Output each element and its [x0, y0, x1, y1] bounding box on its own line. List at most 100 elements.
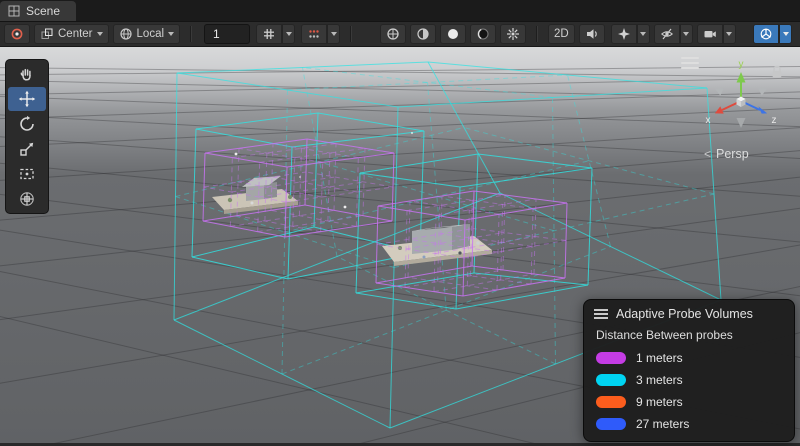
legend-row: 27 meters — [596, 417, 794, 431]
gizmo-overlay-dropdown[interactable] — [779, 24, 792, 44]
legend-label-27m: 27 meters — [636, 417, 689, 431]
overlay-menu-button[interactable] — [681, 57, 699, 69]
chevron-down-icon — [726, 32, 732, 36]
snap-increment-dropdown[interactable] — [327, 24, 340, 44]
rotate-icon — [18, 115, 36, 133]
sparkle-icon — [617, 27, 631, 41]
circle-crosshair-icon — [386, 27, 400, 41]
shaded-sphere-button[interactable] — [440, 24, 466, 44]
pan-tool-button[interactable] — [8, 62, 46, 86]
camera-settings-dropdown[interactable] — [723, 24, 736, 44]
effects-split — [611, 24, 650, 44]
scene-viewport[interactable]: y x z < Persp Adaptive Probe Volumes Dis… — [0, 47, 800, 446]
axis-y-cone[interactable] — [737, 72, 746, 83]
2d-mode-button[interactable]: 2D — [548, 24, 575, 44]
white-circle-icon — [446, 27, 460, 41]
tab-bar: Scene — [0, 0, 800, 22]
apv-header[interactable]: Adaptive Probe Volumes — [584, 300, 794, 325]
grid-size-value: 1 — [213, 27, 220, 41]
skybox-toggle-button[interactable] — [470, 24, 496, 44]
camera-settings-split — [697, 24, 736, 44]
transform-tool-button[interactable] — [8, 187, 46, 211]
chevron-down-icon — [286, 32, 292, 36]
chevron-down-icon — [683, 32, 689, 36]
grid-visibility-dropdown[interactable] — [282, 24, 295, 44]
tool-settings-button[interactable] — [4, 24, 30, 44]
move-icon — [18, 90, 36, 108]
camera-icon — [703, 27, 717, 41]
rect-tool-button[interactable] — [8, 162, 46, 186]
apv-title: Adaptive Probe Volumes — [616, 307, 753, 321]
tab-scene[interactable]: Scene — [0, 1, 76, 21]
legend-label-9m: 9 meters — [636, 395, 683, 409]
scale-icon — [18, 140, 36, 158]
chevron-left-icon: < — [704, 147, 711, 161]
effects-button[interactable] — [611, 24, 637, 44]
orientation-gizmo[interactable]: y x z — [700, 55, 790, 139]
orientation-mode-label: Local — [137, 28, 165, 40]
axis-negy-cone[interactable] — [737, 118, 746, 128]
scene-visibility-dropdown[interactable] — [680, 24, 693, 44]
projection-toggle[interactable]: < Persp — [704, 147, 749, 161]
pivot-icon — [40, 27, 54, 41]
orientation-mode-dropdown[interactable]: Local — [113, 24, 181, 44]
toolbar-separator — [350, 26, 351, 42]
legend-label-1m: 1 meters — [636, 351, 683, 365]
rect-tool-icon — [18, 165, 36, 183]
chevron-down-icon — [331, 32, 337, 36]
axis-x-label: x — [706, 115, 711, 126]
snap-dots-icon — [307, 27, 321, 41]
pivot-mode-dropdown[interactable]: Center — [34, 24, 109, 44]
grid-hash-icon — [262, 27, 276, 41]
legend-row: 9 meters — [596, 395, 794, 409]
2d-label: 2D — [554, 28, 569, 40]
chevron-down-icon — [97, 32, 103, 36]
draw-mode-button[interactable] — [380, 24, 406, 44]
camera-settings-button[interactable] — [697, 24, 723, 44]
flare-toggle-button[interactable] — [500, 24, 526, 44]
chevron-down-icon — [640, 32, 646, 36]
hand-icon — [18, 65, 36, 83]
chevron-down-icon — [168, 32, 174, 36]
scene-grid-icon — [8, 5, 20, 17]
tool-palette — [5, 59, 49, 214]
moon-icon — [476, 27, 490, 41]
flare-icon — [506, 27, 520, 41]
scale-tool-button[interactable] — [8, 137, 46, 161]
rotate-tool-button[interactable] — [8, 112, 46, 136]
legend-row: 1 meters — [596, 351, 794, 365]
grid-visibility-button[interactable] — [256, 24, 282, 44]
projection-label: Persp — [716, 147, 749, 161]
effects-dropdown[interactable] — [637, 24, 650, 44]
legend-row: 3 meters — [596, 373, 794, 387]
axis-negx-cone[interactable] — [758, 88, 767, 95]
audio-toggle-button[interactable] — [579, 24, 605, 44]
toolbar-separator — [190, 26, 191, 42]
eye-hidden-icon — [660, 27, 674, 41]
axis-y-label: y — [739, 59, 744, 70]
apv-overlay-panel: Adaptive Probe Volumes Distance Between … — [583, 299, 795, 442]
half-sphere-icon — [416, 27, 430, 41]
transform-icon — [18, 190, 36, 208]
globe-icon — [119, 27, 133, 41]
scene-toolbar: Center Local 1 — [0, 22, 800, 47]
scene-visibility-button[interactable] — [654, 24, 680, 44]
move-tool-button[interactable] — [8, 87, 46, 111]
apv-subtitle: Distance Between probes — [596, 328, 794, 342]
snap-increment-button[interactable] — [301, 24, 327, 44]
grid-size-field[interactable]: 1 — [204, 24, 250, 44]
snap-increment-split — [301, 24, 340, 44]
tool-handle-icon — [10, 27, 24, 41]
gizmo-overlay-button[interactable] — [753, 24, 779, 44]
legend-swatch-27m — [596, 418, 626, 430]
drag-handle-icon[interactable] — [594, 309, 608, 319]
axis-negz-cone[interactable] — [715, 88, 724, 95]
toolbar-separator — [536, 26, 537, 42]
lighting-toggle-button[interactable] — [410, 24, 436, 44]
axes-icon — [759, 27, 773, 41]
chevron-down-icon — [783, 32, 789, 36]
legend-swatch-9m — [596, 396, 626, 408]
lock-icon[interactable] — [773, 66, 782, 77]
gizmo-overlay-split — [753, 24, 792, 44]
legend-swatch-3m — [596, 374, 626, 386]
